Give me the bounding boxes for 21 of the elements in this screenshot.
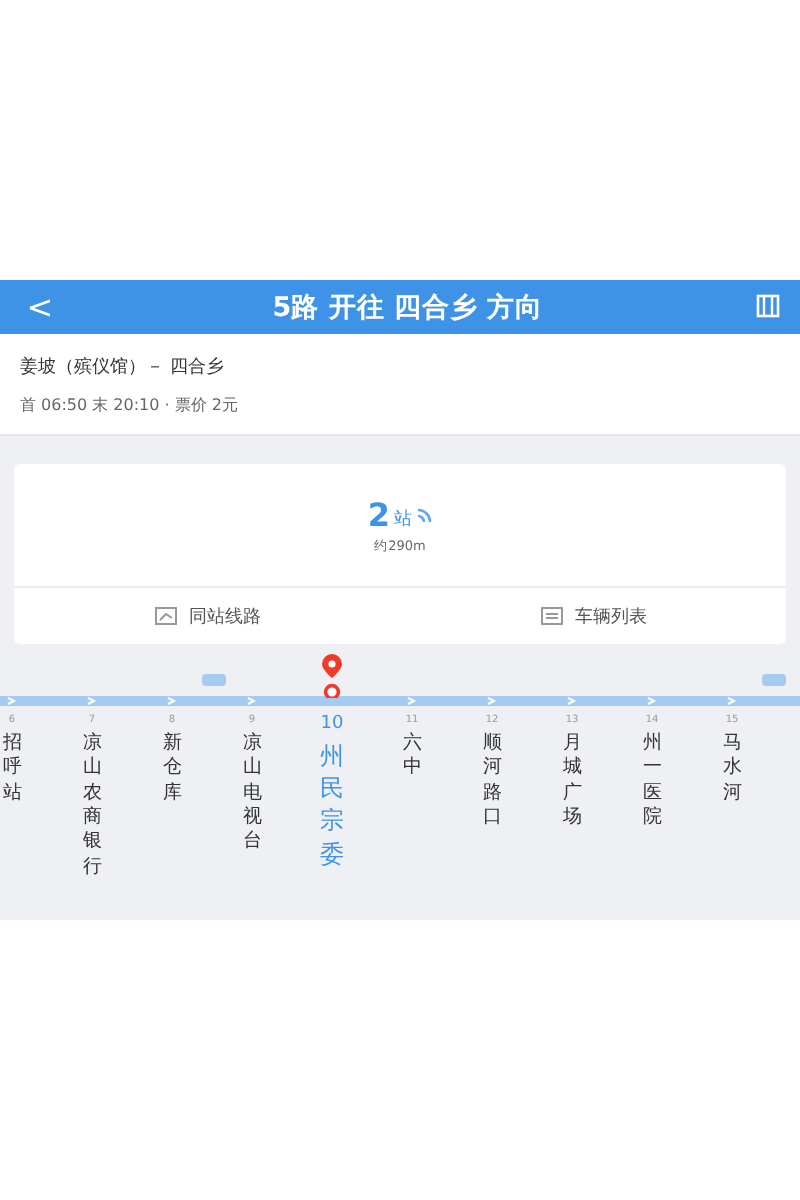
- station-name[interactable]: 顺河路口: [482, 732, 502, 831]
- station-name[interactable]: 六中: [402, 732, 422, 782]
- station-name[interactable]: 招呼站: [2, 732, 22, 807]
- map-icon[interactable]: [756, 294, 780, 318]
- list-icon: [539, 604, 563, 628]
- station-name[interactable]: 新仓库: [162, 732, 182, 807]
- action-button[interactable]: 车辆列表: [400, 588, 786, 644]
- station-name[interactable]: 马水河: [722, 732, 742, 807]
- station-name[interactable]: 月城广场: [562, 732, 582, 831]
- route-endpoints: 姜坡（殡仪馆）－ 四合乡: [20, 354, 226, 380]
- stop-unit: 站: [394, 507, 413, 532]
- route-title: 5路 开往 四合乡 方向: [270, 289, 546, 325]
- station-name[interactable]: 州一医院: [642, 732, 662, 831]
- action-button[interactable]: 同站线路: [14, 588, 400, 644]
- stop-count: 2: [367, 500, 391, 532]
- signal-icon: [416, 508, 433, 524]
- station-number: 10: [320, 714, 344, 734]
- schedule-text: 首 06:50 末 20:10 · 票价 2元: [20, 394, 240, 416]
- route-icon: [153, 604, 177, 628]
- station-name[interactable]: 凉山农商银行: [82, 732, 102, 881]
- station-name[interactable]: 凉山电视台: [242, 732, 262, 856]
